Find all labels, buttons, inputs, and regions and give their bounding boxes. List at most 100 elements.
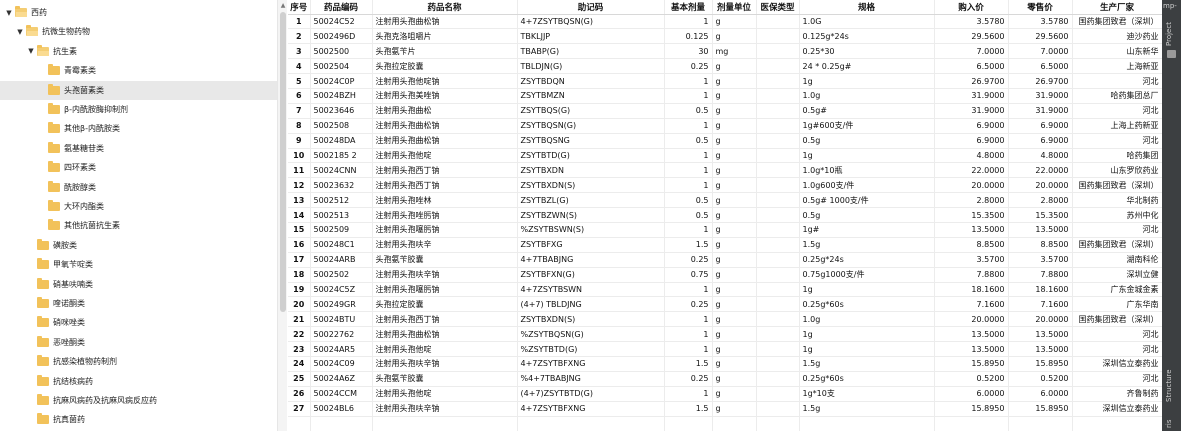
table-cell[interactable]: 26.9700: [934, 73, 1009, 89]
table-cell[interactable]: g: [712, 326, 757, 343]
table-cell[interactable]: g: [712, 252, 757, 268]
table-cell[interactable]: 29.5600: [1008, 28, 1073, 45]
table-row[interactable]: 17 50024ARB 头孢氨苄胶囊 4+7TBABJNG 0.25 g 0.25g*24s…: [288, 252, 1162, 268]
table-cell[interactable]: 50023646: [310, 103, 373, 119]
table-cell[interactable]: 6.9000: [934, 118, 1009, 134]
table-cell[interactable]: 0.75g1000支/件: [799, 267, 935, 283]
table-cell[interactable]: 0.25*30: [799, 43, 935, 60]
table-cell[interactable]: 50024BZH: [310, 88, 373, 104]
table-cell[interactable]: 16: [288, 237, 311, 253]
table-cell[interactable]: 31.9000: [1008, 88, 1073, 104]
table-cell[interactable]: 15.3500: [934, 207, 1009, 223]
table-cell[interactable]: 50024AR5: [310, 341, 373, 357]
table-cell[interactable]: 500248C1: [310, 237, 373, 253]
table-cell[interactable]: 24 * 0.25g#: [799, 58, 935, 75]
table-cell[interactable]: 注射用头孢呋辛钠: [372, 401, 518, 417]
table-cell[interactable]: [756, 88, 800, 104]
table-cell[interactable]: 注射用头孢唑肟钠: [372, 207, 518, 223]
table-cell[interactable]: 14: [288, 207, 311, 223]
table-cell[interactable]: 22.0000: [1008, 162, 1073, 179]
table-cell[interactable]: 13: [288, 192, 311, 209]
table-cell[interactable]: 1: [664, 148, 713, 164]
tree-node[interactable]: ▼四环素类: [0, 158, 277, 177]
table-row[interactable]: 24 50024C09 注射用头孢呋辛钠 4+7ZSYTBFXNG 1.5 g 1.5g 15…: [288, 356, 1162, 372]
table-cell[interactable]: 注射用头孢他啶: [372, 386, 518, 402]
table-cell[interactable]: [756, 162, 800, 179]
table-cell[interactable]: 26: [288, 386, 311, 402]
table-cell[interactable]: 5002504: [310, 58, 373, 75]
tree-node[interactable]: ▼其他β-内酰胺类: [0, 119, 277, 138]
table-cell[interactable]: 50024C52: [310, 14, 373, 30]
table-cell[interactable]: 0.25: [664, 371, 713, 387]
table-cell[interactable]: [756, 252, 800, 268]
table-cell[interactable]: 18.1600: [934, 282, 1009, 298]
table-cell[interactable]: 1.0g: [799, 88, 935, 104]
column-header[interactable]: 生产厂家: [1072, 0, 1162, 15]
table-cell[interactable]: 深圳立健: [1072, 267, 1162, 283]
table-cell[interactable]: 头孢拉定胶囊: [372, 58, 518, 75]
table-cell[interactable]: ZSYTBZL(G): [517, 192, 665, 209]
table-row[interactable]: 22 50022762 注射用头孢曲松钠 %ZSYTBQSN(G) 1 g 1g 13.500…: [288, 326, 1162, 343]
table-cell[interactable]: 0.125g*24s: [799, 28, 935, 45]
scroll-up-arrow-icon[interactable]: ▲: [279, 1, 287, 10]
table-cell[interactable]: 50024BTU: [310, 311, 373, 328]
table-row[interactable]: 13 5002512 注射用头孢唑林 ZSYTBZL(G) 0.5 g 0.5g# 1000…: [288, 192, 1162, 209]
table-cell[interactable]: 15.8950: [1008, 356, 1073, 372]
table-cell[interactable]: 2.8000: [1008, 192, 1073, 209]
column-header[interactable]: 医保类型: [756, 0, 800, 15]
table-cell[interactable]: 50024C0P: [310, 73, 373, 89]
table-cell[interactable]: 50022762: [310, 326, 373, 343]
tree-node[interactable]: ▼酰胺醇类: [0, 178, 277, 197]
tree-node[interactable]: ▼硝基呋喃类: [0, 275, 277, 294]
table-cell[interactable]: 15.3500: [1008, 207, 1073, 223]
table-cell[interactable]: 50024C09: [310, 356, 373, 372]
table-cell[interactable]: 华北制药: [1072, 192, 1162, 209]
table-cell[interactable]: 0.5g: [799, 207, 935, 223]
table-cell[interactable]: 7.8800: [1008, 267, 1073, 283]
table-cell[interactable]: 哈药集团: [1072, 148, 1162, 164]
tree-node[interactable]: ▼甲氧苄啶类: [0, 255, 277, 274]
table-cell[interactable]: (4+7) TBLDJNG: [517, 296, 665, 313]
table-cell[interactable]: g: [712, 28, 757, 45]
folder-icon[interactable]: [1167, 50, 1176, 58]
table-cell[interactable]: 8.8500: [1008, 237, 1073, 253]
tree-node[interactable]: ▼其他抗菌抗生素: [0, 216, 277, 235]
table-cell[interactable]: 国药集团致君（深圳）: [1072, 14, 1162, 30]
table-cell[interactable]: 50024BL6: [310, 401, 373, 417]
table-cell[interactable]: 4.8000: [1008, 148, 1073, 164]
table-cell[interactable]: TBKLJJP: [517, 28, 665, 45]
table-cell[interactable]: 0.25g*24s: [799, 252, 935, 268]
table-cell[interactable]: 31.9000: [934, 103, 1009, 119]
table-row[interactable]: 21 50024BTU 注射用头孢西丁钠 ZSYTBXDN(S) 1 g 1.0g 20.00…: [288, 311, 1162, 328]
column-header[interactable]: 药品名称: [372, 0, 518, 15]
table-cell[interactable]: 31.9000: [934, 88, 1009, 104]
table-cell[interactable]: TBABP(G): [517, 43, 665, 60]
expand-arrow-icon[interactable]: ▼: [26, 47, 36, 55]
table-cell[interactable]: 13.5000: [1008, 341, 1073, 357]
table-cell[interactable]: [756, 296, 800, 313]
table-cell[interactable]: [756, 341, 800, 357]
table-cell[interactable]: 3: [288, 43, 311, 60]
table-cell[interactable]: 1: [664, 177, 713, 194]
table-cell[interactable]: 0.125: [664, 28, 713, 45]
table-cell[interactable]: 6.0000: [1008, 386, 1073, 402]
table-cell[interactable]: g: [712, 192, 757, 209]
table-cell[interactable]: 头孢氨苄片: [372, 43, 518, 60]
table-cell[interactable]: 0.5g: [799, 133, 935, 149]
table-cell[interactable]: 22.0000: [934, 162, 1009, 179]
table-cell[interactable]: 26.9700: [1008, 73, 1073, 89]
table-cell[interactable]: 1: [664, 311, 713, 328]
table-row[interactable]: 20 500249GR 头孢拉定胶囊 (4+7) TBLDJNG 0.25 g 0.25g*…: [288, 296, 1162, 313]
table-cell[interactable]: [756, 401, 800, 417]
table-cell[interactable]: 0.5: [664, 207, 713, 223]
table-cell[interactable]: 6.0000: [934, 386, 1009, 402]
table-cell[interactable]: 哈药集团总厂: [1072, 88, 1162, 104]
table-cell[interactable]: 6: [288, 88, 311, 104]
table-cell[interactable]: g: [712, 58, 757, 75]
table-row[interactable]: 4 5002504 头孢拉定胶囊 TBLDJN(G) 0.25 g 24 * 0.25g# 6…: [288, 58, 1162, 75]
table-row[interactable]: 2 5002496D 头孢克洛咀嚼片 TBKLJJP 0.125 g 0.125g*24s 2…: [288, 28, 1162, 45]
table-cell[interactable]: g: [712, 88, 757, 104]
table-cell[interactable]: ZSYTBXDN(S): [517, 177, 665, 194]
table-row[interactable]: 27 50024BL6 注射用头孢呋辛钠 4+7ZSYTBFXNG 1.5 g 1.5g 15…: [288, 401, 1162, 417]
table-cell[interactable]: 河北: [1072, 103, 1162, 119]
